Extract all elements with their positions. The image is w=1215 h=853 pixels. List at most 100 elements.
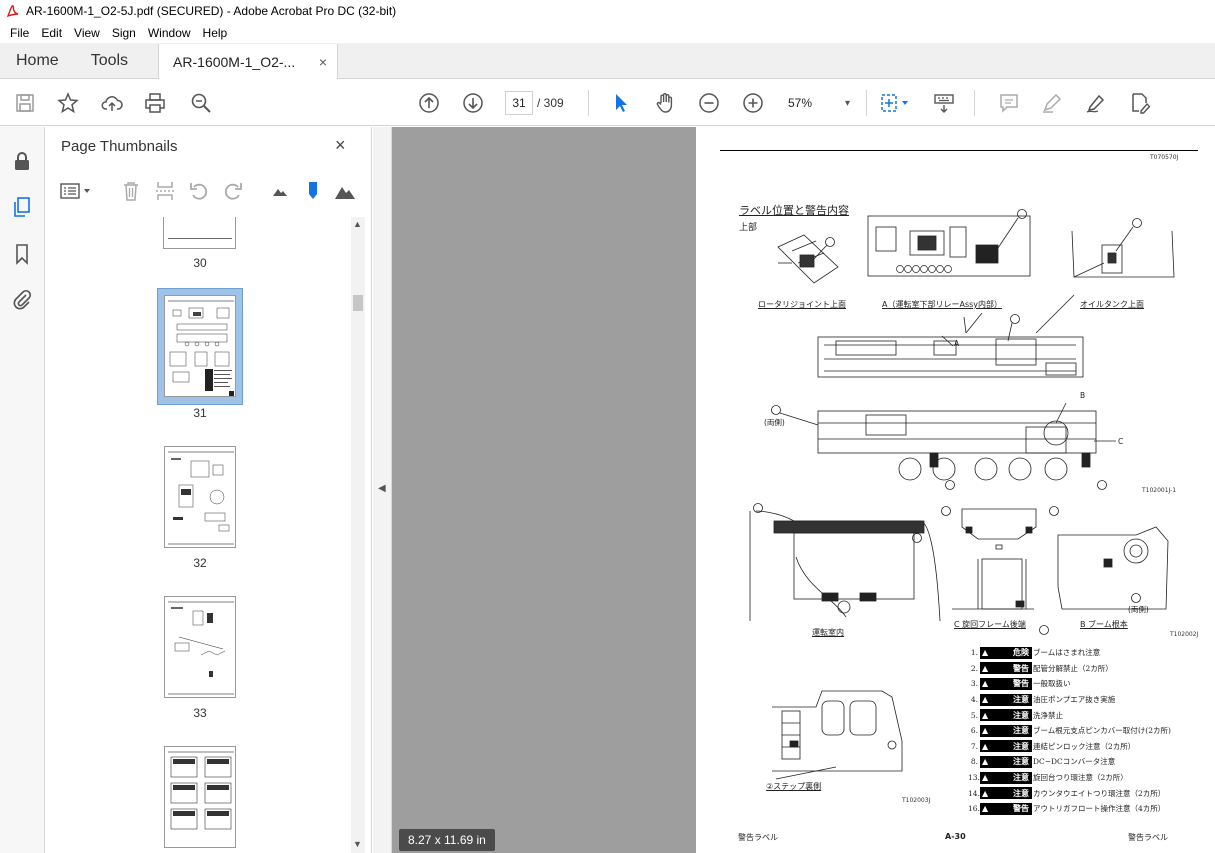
thumbnail-list: 30 31 32 33 <box>45 217 355 853</box>
caption-boom-root: B ブーム根本 <box>1080 620 1128 629</box>
page-thumbnails-panel: Page Thumbnails × 30 31 32 33 ▲ ▼ <box>45 127 372 853</box>
page-size-indicator: 8.27 x 11.69 in <box>399 829 495 851</box>
thumbnail-size-large-icon[interactable] <box>333 179 357 203</box>
scroll-down-icon[interactable]: ▼ <box>353 839 362 849</box>
mark-a: A <box>954 339 960 348</box>
page-thumbnail[interactable] <box>164 446 236 548</box>
menu-view[interactable]: View <box>68 26 106 40</box>
menu-file[interactable]: File <box>4 26 35 40</box>
warning-triangle-icon: ▲ <box>982 804 989 814</box>
thumbnail-scrollbar[interactable]: ▲ ▼ <box>351 217 365 853</box>
lock-icon[interactable] <box>10 149 34 173</box>
menu-window[interactable]: Window <box>142 26 197 40</box>
footer-page-number: A-30 <box>945 832 966 841</box>
tab-document[interactable]: AR-1600M-1_O2-... × <box>158 44 339 79</box>
highlight-pen-icon[interactable] <box>1040 91 1064 115</box>
note-both-sides: (両側) <box>764 418 785 427</box>
menu-sign[interactable]: Sign <box>106 26 142 40</box>
tab-close-icon[interactable]: × <box>319 54 327 70</box>
warning-triangle-icon: ▲ <box>982 773 989 783</box>
scroll-up-icon[interactable]: ▲ <box>353 219 362 229</box>
warning-row: 14. ▲ 注意 カウンタウエイトつり環注意（2カ所） <box>968 787 1166 800</box>
figure-code-lower: T102002J <box>1170 631 1199 638</box>
pdf-page: T070570J ラベル位置と警告内容 上部 ロータリジョイント上面 A（運転室… <box>696 127 1215 853</box>
title-bar: AR-1600M-1_O2-5J.pdf (SECURED) - Adobe A… <box>0 0 1215 22</box>
warning-row: 16. ▲ 警告 アウトリガフロート操作注意（4カ所） <box>968 802 1166 815</box>
comment-icon[interactable] <box>997 91 1021 115</box>
warning-row: 2. ▲ 警告 配管分解禁止（2カ所） <box>970 662 1113 675</box>
select-cursor-icon[interactable] <box>609 91 633 115</box>
warning-triangle-icon: ▲ <box>982 788 989 798</box>
mark-b: B <box>1080 391 1086 400</box>
rear-frame-figure <box>941 506 1059 635</box>
window-title: AR-1600M-1_O2-5J.pdf (SECURED) - Adobe A… <box>26 4 397 18</box>
zoom-in-icon[interactable] <box>741 91 765 115</box>
figure-code-mid: T102001J-1 <box>1142 487 1177 494</box>
menu-edit[interactable]: Edit <box>35 26 68 40</box>
caption-step: ②ステップ裏側 <box>766 782 822 791</box>
bookmark-star-icon[interactable] <box>56 91 80 115</box>
panel-collapse-handle[interactable]: ◀ <box>373 127 392 853</box>
main-toolbar: 31 / 309 57% ▾ <box>0 80 1215 126</box>
page-thumbnail[interactable] <box>164 746 236 848</box>
trash-icon[interactable] <box>119 179 143 203</box>
rotate-right-icon[interactable] <box>221 179 245 203</box>
rotate-left-icon[interactable] <box>187 179 211 203</box>
extract-pages-icon[interactable] <box>153 179 177 203</box>
rotary-joint-figure <box>777 234 839 284</box>
warning-row: 7. ▲ 注意 連結ピンロック注意（2カ所） <box>970 740 1136 753</box>
boom-root-figure <box>1057 526 1169 610</box>
save-icon[interactable] <box>13 91 37 115</box>
warning-row: 6. ▲ 注意 ブーム根元支点ピンカバー取付け(2カ所) <box>970 724 1171 737</box>
page-thumbnails-icon[interactable] <box>10 195 34 219</box>
keyboard-scroll-icon[interactable] <box>932 91 956 115</box>
tab-bar: Home Tools AR-1600M-1_O2-... × <box>0 43 1215 79</box>
zoom-level-select[interactable]: 57% ▾ <box>784 91 854 115</box>
close-icon[interactable]: × <box>335 135 346 156</box>
caption-oil-tank: オイルタンク上面 <box>1080 300 1144 309</box>
left-nav-rail <box>0 127 45 853</box>
hand-tool-icon[interactable] <box>653 91 677 115</box>
page-thumbnail[interactable] <box>164 596 236 698</box>
menu-help[interactable]: Help <box>197 26 234 40</box>
collapse-left-icon[interactable]: ◀ <box>378 483 386 494</box>
edit-document-icon[interactable] <box>1128 91 1152 115</box>
previous-page-icon[interactable] <box>417 91 441 115</box>
step-figure <box>772 690 903 780</box>
warning-row: 5. ▲ 注意 洗浄禁止 <box>970 709 1063 722</box>
thumbnail-size-small-icon[interactable] <box>268 179 292 203</box>
panel-title: Page Thumbnails <box>61 138 178 155</box>
warning-triangle-icon: ▲ <box>982 695 989 705</box>
warning-triangle-icon: ▲ <box>982 757 989 767</box>
bookmarks-icon[interactable] <box>10 242 34 266</box>
upload-cloud-icon[interactable] <box>100 91 124 115</box>
zoom-out-icon[interactable] <box>697 91 721 115</box>
oil-tank-figure <box>1071 218 1175 278</box>
figure-code-bottom: T102003J <box>902 797 931 804</box>
warning-triangle-icon: ▲ <box>982 663 989 673</box>
attachment-paperclip-icon[interactable] <box>10 287 34 311</box>
toolbar-divider <box>866 90 867 116</box>
print-icon[interactable] <box>143 91 167 115</box>
note-both-sides-b: (両側) <box>1128 605 1149 614</box>
page-thumbnail-current[interactable] <box>164 295 236 397</box>
warning-triangle-icon: ▲ <box>982 741 989 751</box>
page-thumbnail[interactable] <box>163 217 236 249</box>
fit-page-icon[interactable] <box>878 91 912 115</box>
thumbnail-size-slider-icon[interactable] <box>301 179 325 203</box>
zoom-level-value: 57% <box>788 96 813 110</box>
chevron-down-icon: ▾ <box>844 97 850 109</box>
caption-rear-frame: C 旋回フレーム後端 <box>954 620 1026 629</box>
warning-row: 1. ▲ 危険 ブームはさまれ注意 <box>970 646 1101 659</box>
next-page-icon[interactable] <box>461 91 485 115</box>
scrollbar-handle[interactable] <box>353 295 363 311</box>
toolbar-divider <box>588 90 589 116</box>
sign-pen-icon[interactable] <box>1084 91 1108 115</box>
zoom-search-icon[interactable] <box>189 91 213 115</box>
page-number-input[interactable]: 31 <box>505 91 533 115</box>
options-menu-icon[interactable] <box>59 179 95 203</box>
warning-triangle-icon: ▲ <box>982 710 989 720</box>
tab-tools[interactable]: Tools <box>75 43 144 78</box>
caption-cab: 運転室内 <box>812 628 844 637</box>
tab-home[interactable]: Home <box>0 43 75 78</box>
